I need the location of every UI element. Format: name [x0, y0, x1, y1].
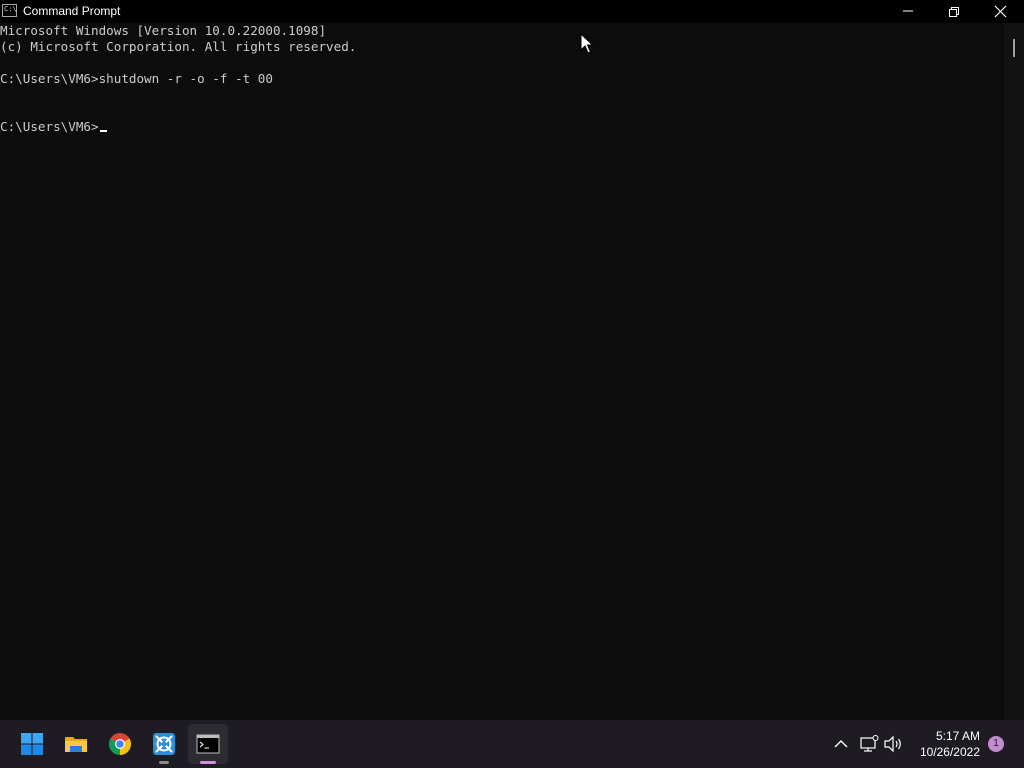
chrome-icon: [109, 733, 131, 755]
minimize-icon: [903, 10, 913, 12]
mouse-pointer-icon: [580, 33, 594, 54]
restore-button[interactable]: [931, 0, 977, 23]
minimize-button[interactable]: [885, 0, 931, 23]
terminal-icon: [196, 734, 220, 754]
text-cursor: [99, 130, 107, 132]
taskbar-app[interactable]: [144, 724, 184, 764]
console-line: (c) Microsoft Corporation. All rights re…: [0, 39, 357, 54]
title-bar[interactable]: C:\ Command Prompt: [0, 0, 1024, 23]
folder-icon: [65, 737, 87, 752]
active-indicator: [200, 761, 216, 764]
start-button[interactable]: [12, 724, 52, 764]
network-icon[interactable]: [858, 733, 880, 755]
console-line: C:\Users\VM6>shutdown -r -o -f -t 00: [0, 71, 273, 86]
close-button[interactable]: [977, 0, 1023, 23]
prompt-text: C:\Users\VM6>: [0, 119, 99, 134]
command-prompt-icon[interactable]: C:\: [2, 4, 17, 17]
clock[interactable]: 5:17 AM 10/26/2022: [912, 728, 980, 760]
window-title: Command Prompt: [23, 4, 121, 18]
console-line: Microsoft Windows [Version 10.0.22000.10…: [0, 23, 327, 38]
running-indicator: [159, 761, 169, 764]
icon-prompt-label: C:\: [4, 5, 17, 13]
clock-date: 10/26/2022: [919, 745, 980, 759]
console-output[interactable]: Microsoft Windows [Version 10.0.22000.10…: [0, 23, 1004, 720]
restore-icon: [949, 7, 959, 17]
clock-time: 5:17 AM: [935, 729, 980, 743]
scrollbar-thumb[interactable]: [1013, 39, 1015, 57]
volume-icon[interactable]: [882, 733, 904, 755]
taskbar-command-prompt[interactable]: [188, 724, 228, 764]
taskbar-file-explorer[interactable]: [56, 724, 96, 764]
notification-badge[interactable]: 1: [988, 736, 1004, 752]
close-icon: [994, 5, 1007, 18]
chevron-up-icon[interactable]: [830, 733, 852, 755]
taskbar-chrome[interactable]: [100, 724, 140, 764]
vertical-scrollbar[interactable]: [1004, 23, 1024, 720]
console-prompt-line[interactable]: C:\Users\VM6>: [0, 119, 107, 135]
windows-logo-icon: [21, 733, 43, 755]
gear-app-icon: [153, 733, 175, 755]
